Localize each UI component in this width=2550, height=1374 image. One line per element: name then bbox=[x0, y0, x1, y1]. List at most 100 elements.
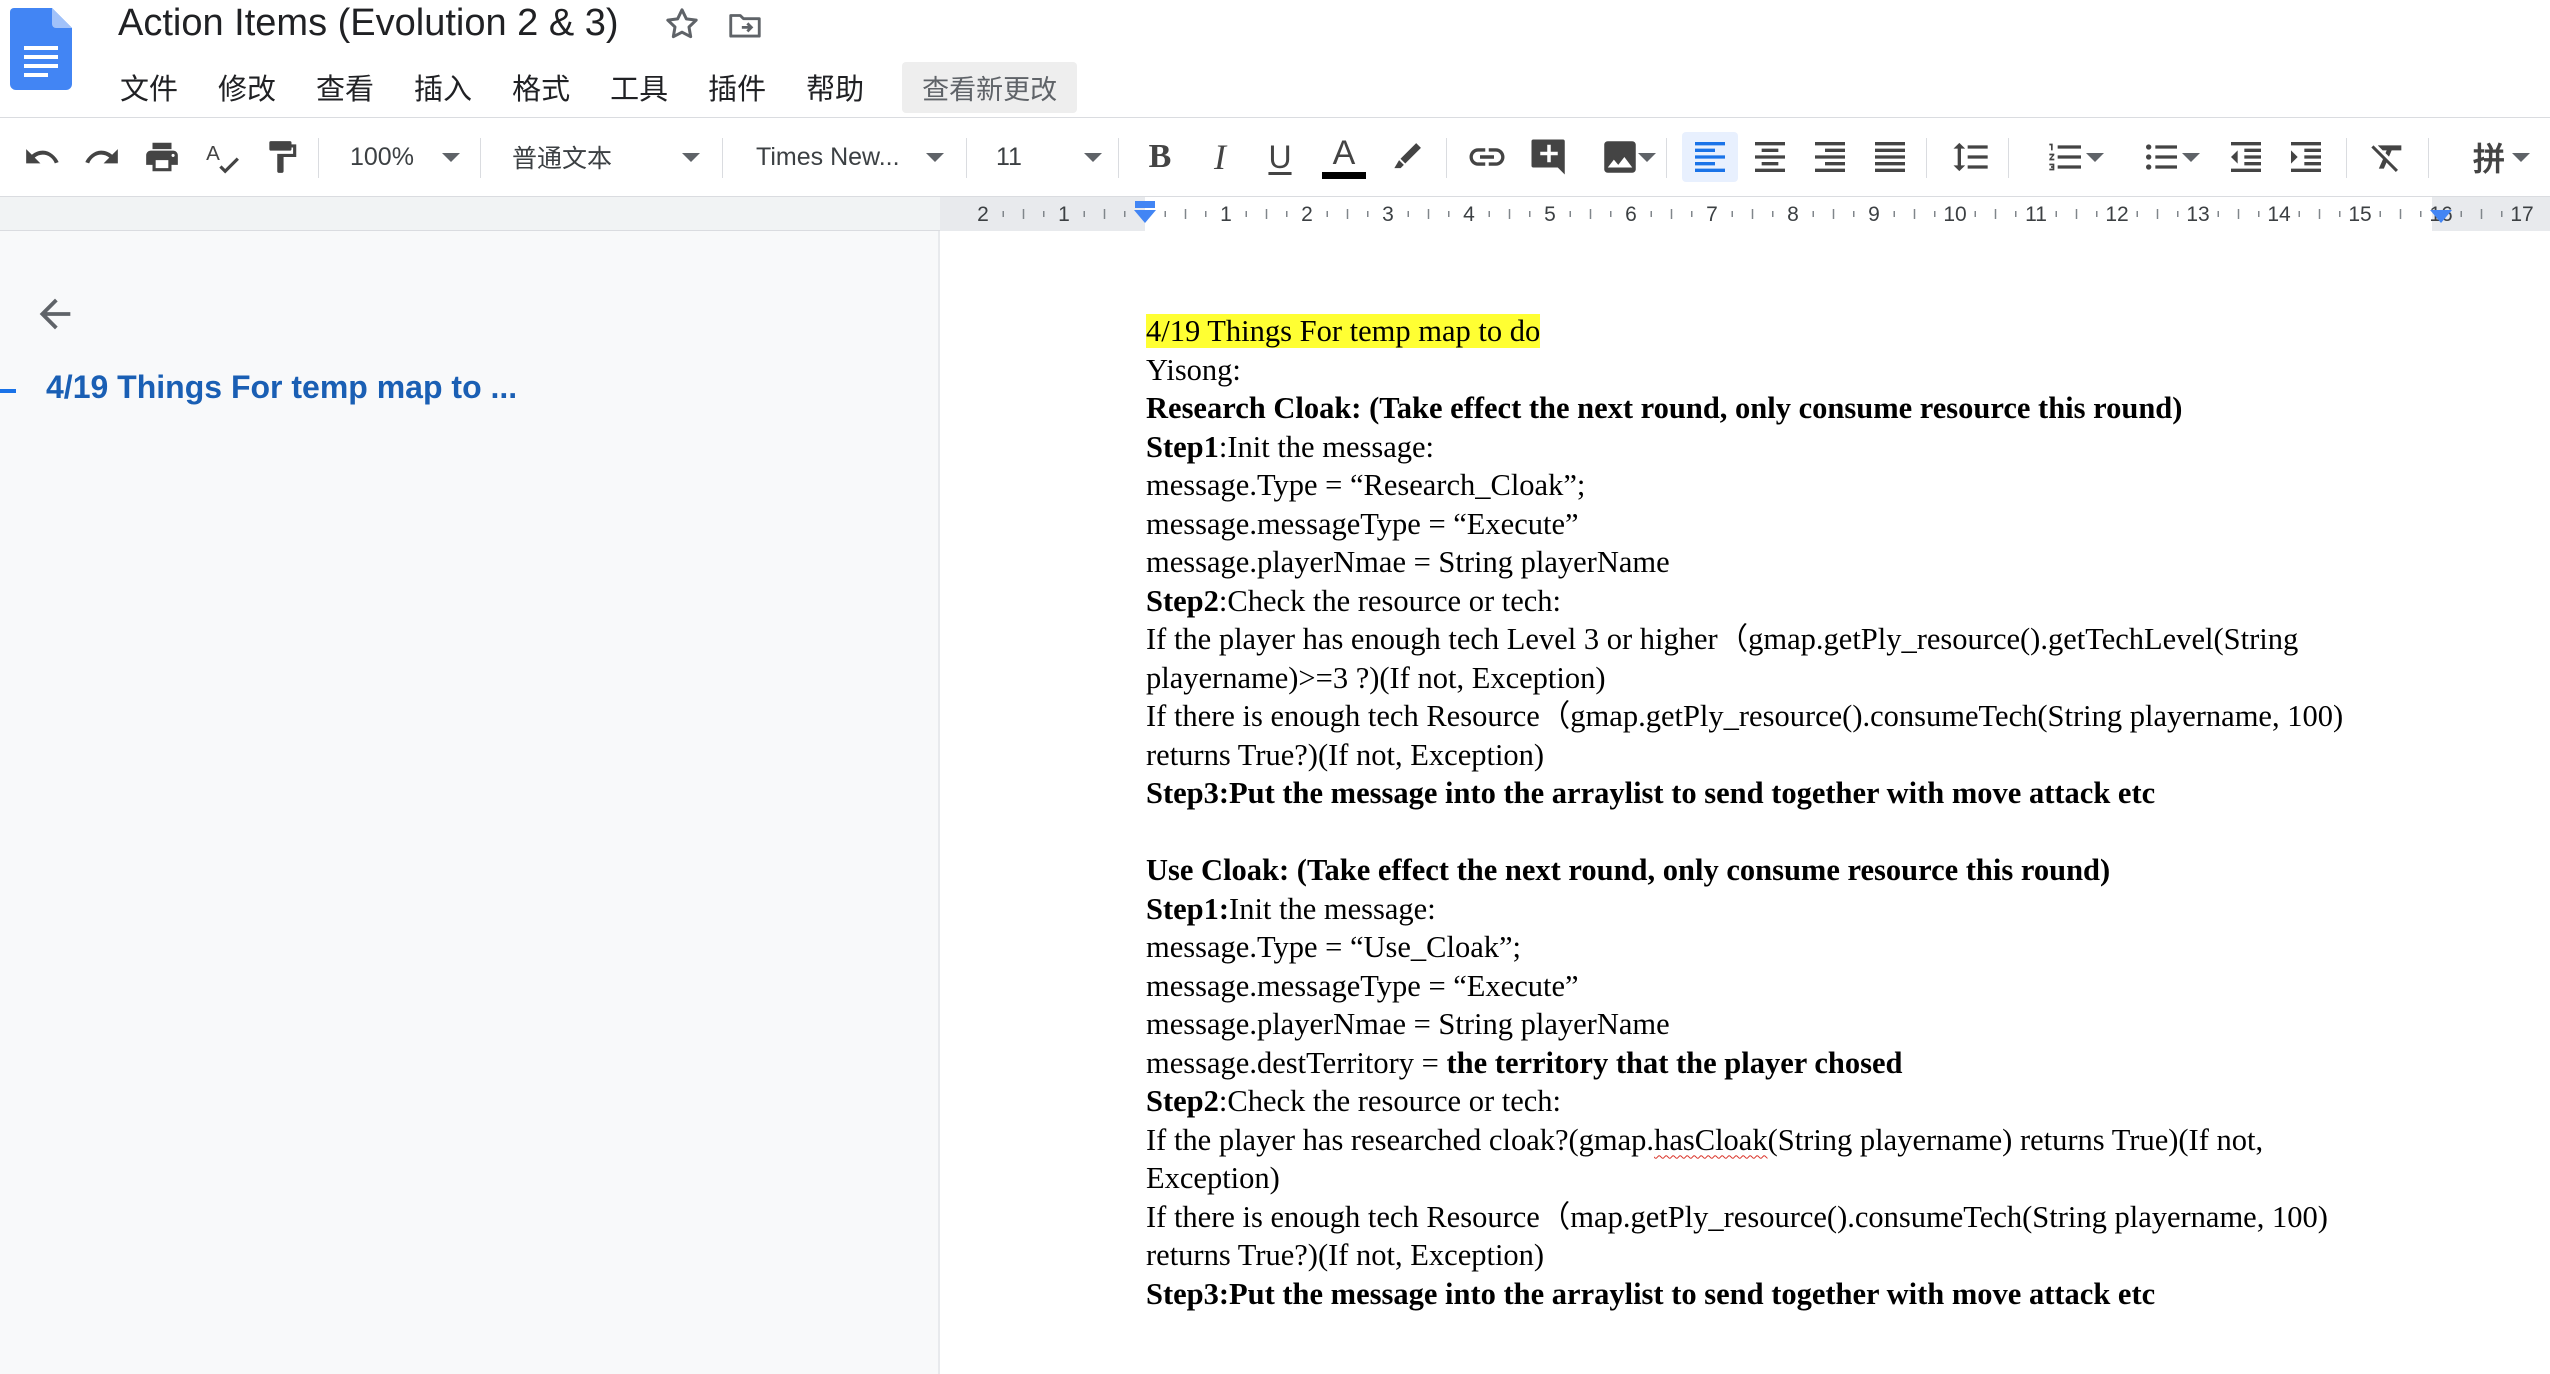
menu-format[interactable]: 格式 bbox=[502, 60, 580, 114]
research-player-line: message.playerNmae = String playerName bbox=[1146, 545, 1670, 579]
menu-help[interactable]: 帮助 bbox=[796, 60, 874, 114]
clear-formatting-icon[interactable] bbox=[2364, 132, 2412, 182]
bulleted-list-icon[interactable] bbox=[2122, 132, 2202, 182]
google-docs-icon[interactable] bbox=[10, 8, 72, 90]
ruler-label: 2 bbox=[977, 203, 989, 226]
ruler-scale: 211234567891011121314151617 bbox=[977, 201, 2534, 226]
font-family-select[interactable]: Times New... bbox=[756, 132, 948, 182]
use-msgtype-line: message.messageType = “Execute” bbox=[1146, 968, 1579, 1003]
ruler-label: 1 bbox=[1220, 203, 1232, 226]
text-color-letter: A bbox=[1332, 133, 1356, 172]
use-step3: Step3:Put the message into the arraylist… bbox=[1146, 1276, 2156, 1311]
font-size-value: 11 bbox=[996, 142, 1022, 171]
research-step1: Step1:Init the message: bbox=[1146, 429, 1435, 464]
use-check2-line1: If there is enough tech Resource（map.get… bbox=[1146, 1199, 2328, 1234]
ruler-label: 12 bbox=[2105, 203, 2128, 226]
ruler-label: 4 bbox=[1463, 203, 1475, 226]
use-cloak-title: Use Cloak: (Take effect the next round, … bbox=[1146, 853, 2111, 887]
ruler-label: 14 bbox=[2267, 203, 2291, 226]
star-outline-icon[interactable] bbox=[662, 4, 702, 44]
ruler-label: 1 bbox=[1058, 203, 1070, 226]
see-new-changes-button[interactable]: 查看新更改 bbox=[902, 61, 1078, 113]
font-family-value: Times New... bbox=[756, 142, 900, 171]
link-icon[interactable] bbox=[1462, 132, 1512, 182]
ruler-label: 11 bbox=[2025, 203, 2047, 226]
research-check1-line1: If the player has enough tech Level 3 or… bbox=[1146, 622, 2299, 656]
research-check1-line2: playername)>=3 ?)(If not, Exception) bbox=[1146, 660, 1606, 695]
menu-tools[interactable]: 工具 bbox=[600, 60, 678, 114]
line-spacing-icon[interactable] bbox=[1946, 132, 1996, 182]
header: Action Items (Evolution 2 & 3) 文件 修改 查看 … bbox=[0, 0, 2550, 115]
menu-insert[interactable]: 插入 bbox=[404, 60, 482, 114]
paint-format-icon[interactable] bbox=[260, 132, 304, 182]
bold-icon[interactable]: B bbox=[1140, 132, 1180, 182]
arrow-left-icon[interactable] bbox=[32, 291, 78, 337]
ruler-label: 8 bbox=[1787, 203, 1799, 226]
use-check2-line2: returns True?)(If not, Exception) bbox=[1146, 1238, 1545, 1272]
align-center-icon[interactable] bbox=[1746, 132, 1794, 182]
use-step1: Step1:Init the message: bbox=[1146, 891, 1436, 926]
research-check2-line2: returns True?)(If not, Exception) bbox=[1146, 737, 1545, 772]
numbered-list-icon[interactable] bbox=[2026, 132, 2106, 182]
use-player-line: message.playerNmae = String playerName bbox=[1146, 1007, 1670, 1041]
print-icon[interactable] bbox=[140, 132, 184, 182]
use-type-line: message.Type = “Use_Cloak”; bbox=[1146, 930, 1522, 964]
spellcheck-icon[interactable]: A bbox=[200, 132, 244, 182]
doc-heading: 4/19 Things For temp map to do bbox=[1146, 314, 1541, 348]
left-indent-marker bbox=[1134, 210, 1156, 223]
ruler-label: 5 bbox=[1544, 203, 1556, 226]
ruler-label: 13 bbox=[2186, 203, 2209, 226]
research-step2: Step2:Check the resource or tech: bbox=[1146, 583, 1562, 618]
research-check2-line1: If there is enough tech Resource（gmap.ge… bbox=[1146, 699, 2344, 733]
outline-heading-item[interactable]: 4/19 Things For temp map to ... bbox=[46, 369, 517, 406]
underline-icon[interactable]: U bbox=[1260, 132, 1300, 182]
align-right-icon[interactable] bbox=[1806, 132, 1854, 182]
decrease-indent-icon[interactable] bbox=[2222, 132, 2270, 182]
document-title[interactable]: Action Items (Evolution 2 & 3) bbox=[118, 0, 619, 46]
document-outline-panel: 4/19 Things For temp map to ... bbox=[0, 231, 940, 1374]
outline-active-marker bbox=[0, 389, 16, 393]
align-left-icon[interactable] bbox=[1682, 132, 1738, 182]
research-type-line: message.Type = “Research_Cloak”; bbox=[1146, 468, 1586, 502]
document-body[interactable]: 4/19 Things For temp map to do Yisong: R… bbox=[1146, 312, 2446, 1313]
zoom-value: 100% bbox=[350, 142, 414, 171]
text-color-swatch bbox=[1322, 171, 1366, 179]
input-tools-label: 拼 bbox=[2472, 141, 2505, 177]
menu-addons[interactable]: 插件 bbox=[698, 60, 776, 114]
menu-edit[interactable]: 修改 bbox=[208, 60, 286, 114]
menu-view[interactable]: 查看 bbox=[306, 60, 384, 114]
research-step3: Step3:Put the message into the arraylist… bbox=[1146, 776, 2156, 810]
ruler-label: 9 bbox=[1868, 203, 1880, 226]
italic-icon[interactable]: I bbox=[1200, 132, 1240, 182]
add-comment-icon[interactable] bbox=[1524, 132, 1574, 182]
paragraph-style-select[interactable]: 普通文本 bbox=[512, 132, 708, 182]
research-msgtype-line: message.messageType = “Execute” bbox=[1146, 506, 1579, 541]
menu-file[interactable]: 文件 bbox=[110, 60, 188, 114]
spelling-error-underline: hasCloak bbox=[1654, 1122, 1768, 1157]
toolbar: A 100% 普通文本 Times New... 11 B I U A 拼 bbox=[0, 117, 2550, 197]
input-tools-icon[interactable]: 拼 bbox=[2444, 132, 2534, 182]
paragraph-style-value: 普通文本 bbox=[512, 145, 613, 173]
use-step2: Step2:Check the resource or tech: bbox=[1146, 1084, 1562, 1118]
zoom-select[interactable]: 100% bbox=[350, 132, 468, 182]
ruler-label: 17 bbox=[2510, 203, 2533, 226]
undo-icon[interactable] bbox=[20, 132, 64, 182]
text-color-icon[interactable]: A bbox=[1320, 132, 1368, 182]
font-size-select[interactable]: 11 bbox=[996, 132, 1106, 182]
research-cloak-title: Research Cloak: (Take effect the next ro… bbox=[1146, 391, 2183, 425]
ruler-label: 7 bbox=[1706, 203, 1718, 226]
ruler-label: 6 bbox=[1625, 203, 1637, 226]
ruler-label: 10 bbox=[1943, 203, 1966, 226]
align-justify-icon[interactable] bbox=[1866, 132, 1914, 182]
redo-icon[interactable] bbox=[80, 132, 124, 182]
use-dest-line: message.destTerritory = the territory th… bbox=[1146, 1045, 1903, 1080]
svg-text:A: A bbox=[206, 142, 220, 165]
insert-image-icon[interactable] bbox=[1582, 132, 1658, 182]
use-check1-line2: Exception) bbox=[1146, 1161, 1280, 1195]
move-to-folder-icon[interactable] bbox=[726, 6, 764, 44]
highlight-icon[interactable] bbox=[1385, 132, 1429, 182]
increase-indent-icon[interactable] bbox=[2282, 132, 2330, 182]
use-check1-line1: If the player has researched cloak?(gmap… bbox=[1146, 1122, 2264, 1157]
first-line-indent-marker bbox=[1135, 201, 1155, 208]
